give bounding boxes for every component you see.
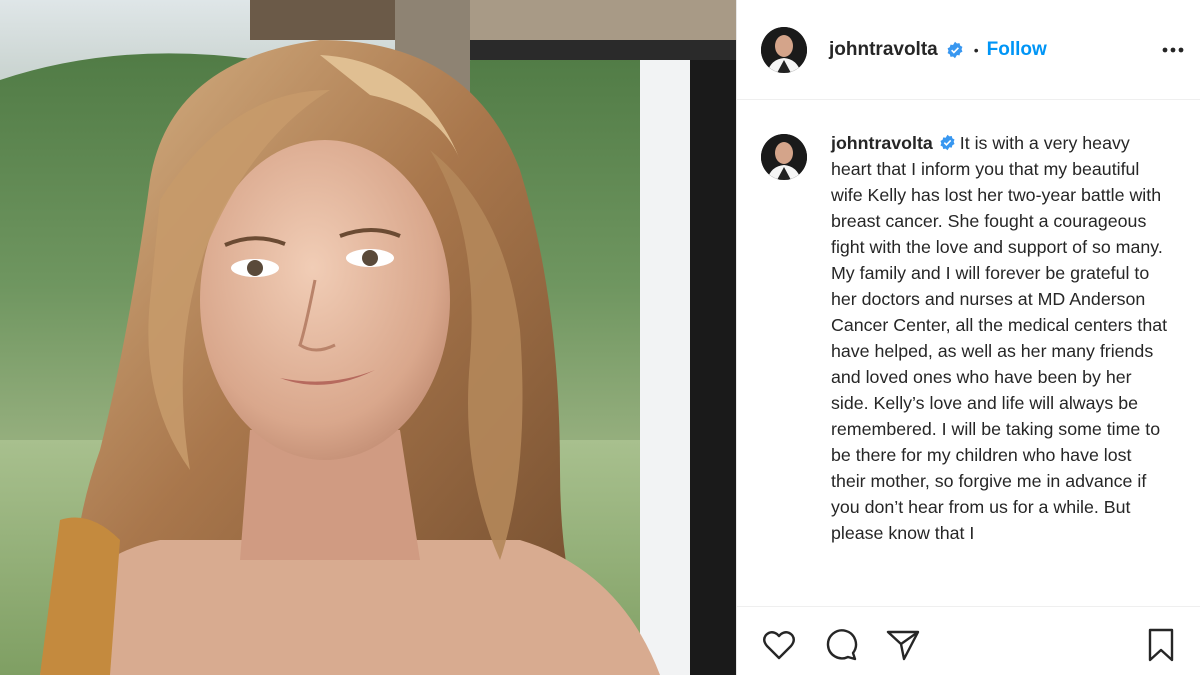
avatar-image (761, 134, 807, 180)
follow-button[interactable]: Follow (987, 39, 1047, 61)
action-bar (737, 606, 1200, 675)
caption-body: It is with a very heavy heart that I inf… (831, 133, 1168, 543)
comment-icon[interactable] (823, 627, 859, 663)
caption-text: johntravolta It is with a very heavy hear… (831, 130, 1169, 546)
post-photo[interactable] (0, 0, 736, 675)
avatar[interactable] (761, 26, 807, 73)
post-header: johntravolta • Follow (737, 0, 1200, 100)
portrait-image (0, 0, 736, 675)
bookmark-icon[interactable] (1143, 627, 1179, 663)
caption-username[interactable]: johntravolta (831, 133, 933, 153)
instagram-post-view: johntravolta • Follow johntravolta It is … (0, 0, 1200, 675)
heart-icon[interactable] (761, 627, 797, 663)
share-icon[interactable] (885, 627, 921, 663)
post-side-panel: johntravolta • Follow johntravolta It is … (736, 0, 1200, 675)
post-caption: johntravolta It is with a very heavy hear… (761, 130, 1191, 546)
caption-avatar[interactable] (761, 134, 807, 180)
separator-dot: • (973, 41, 979, 58)
avatar-image (761, 26, 807, 73)
more-options-icon[interactable] (1159, 36, 1187, 64)
username[interactable]: johntravolta (829, 39, 938, 61)
verified-badge-icon (946, 41, 964, 59)
verified-badge-icon (939, 132, 956, 151)
